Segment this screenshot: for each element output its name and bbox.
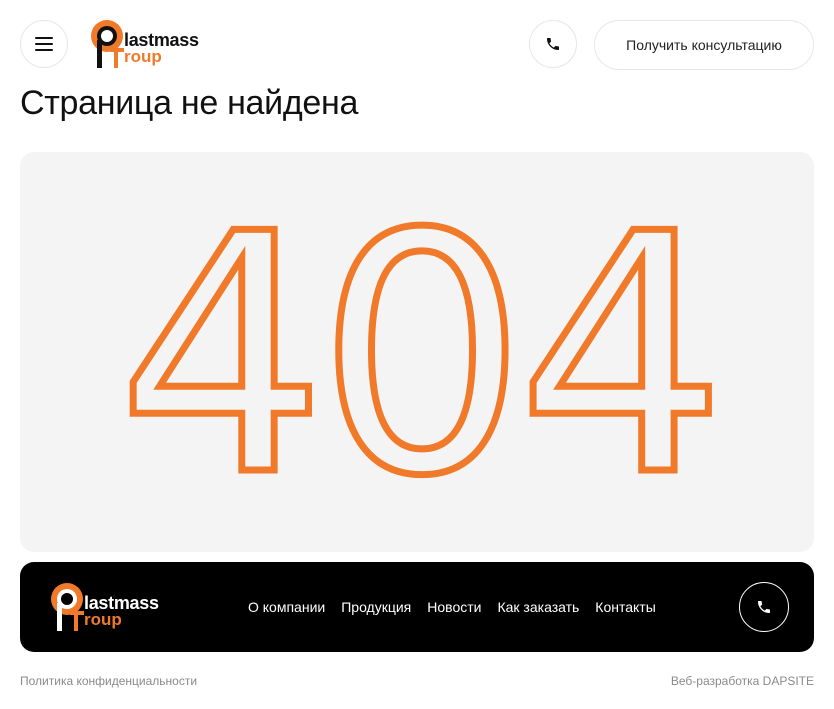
footer-link-news[interactable]: Новости: [427, 599, 481, 615]
logo-text-secondary: roup: [84, 610, 122, 629]
privacy-policy-link[interactable]: Политика конфиденциальности: [20, 674, 197, 688]
phone-icon: [547, 38, 559, 50]
logo[interactable]: lastmass roup: [90, 18, 215, 72]
error-code-graphic: 404: [114, 161, 731, 552]
footer-logo[interactable]: lastmass roup: [50, 581, 175, 635]
footer-link-about[interactable]: О компании: [248, 599, 325, 615]
consultation-button[interactable]: Получить консультацию: [594, 20, 814, 70]
error-code: 404: [117, 164, 717, 548]
bottom-bar: Политика конфиденциальности Веб-разработ…: [20, 672, 814, 690]
logo-text-secondary: roup: [124, 47, 162, 66]
call-button[interactable]: [529, 20, 577, 68]
page-title: Страница не найдена: [20, 84, 359, 122]
footer-link-how-to-order[interactable]: Как заказать: [497, 599, 579, 615]
site-footer: lastmass roup О компании Продукция Новос…: [20, 562, 814, 652]
error-illustration: 404: [20, 152, 814, 552]
phone-icon: [758, 601, 770, 613]
hamburger-menu-icon: [35, 37, 53, 51]
menu-button[interactable]: [20, 20, 68, 68]
footer-call-button[interactable]: [739, 582, 789, 632]
footer-link-contacts[interactable]: Контакты: [595, 599, 655, 615]
footer-link-products[interactable]: Продукция: [341, 599, 411, 615]
developer-credit-link[interactable]: Веб-разработка DAPSITE: [671, 674, 814, 688]
footer-nav: О компании Продукция Новости Как заказат…: [248, 562, 672, 652]
site-header: lastmass roup Получить консультацию: [0, 0, 834, 90]
